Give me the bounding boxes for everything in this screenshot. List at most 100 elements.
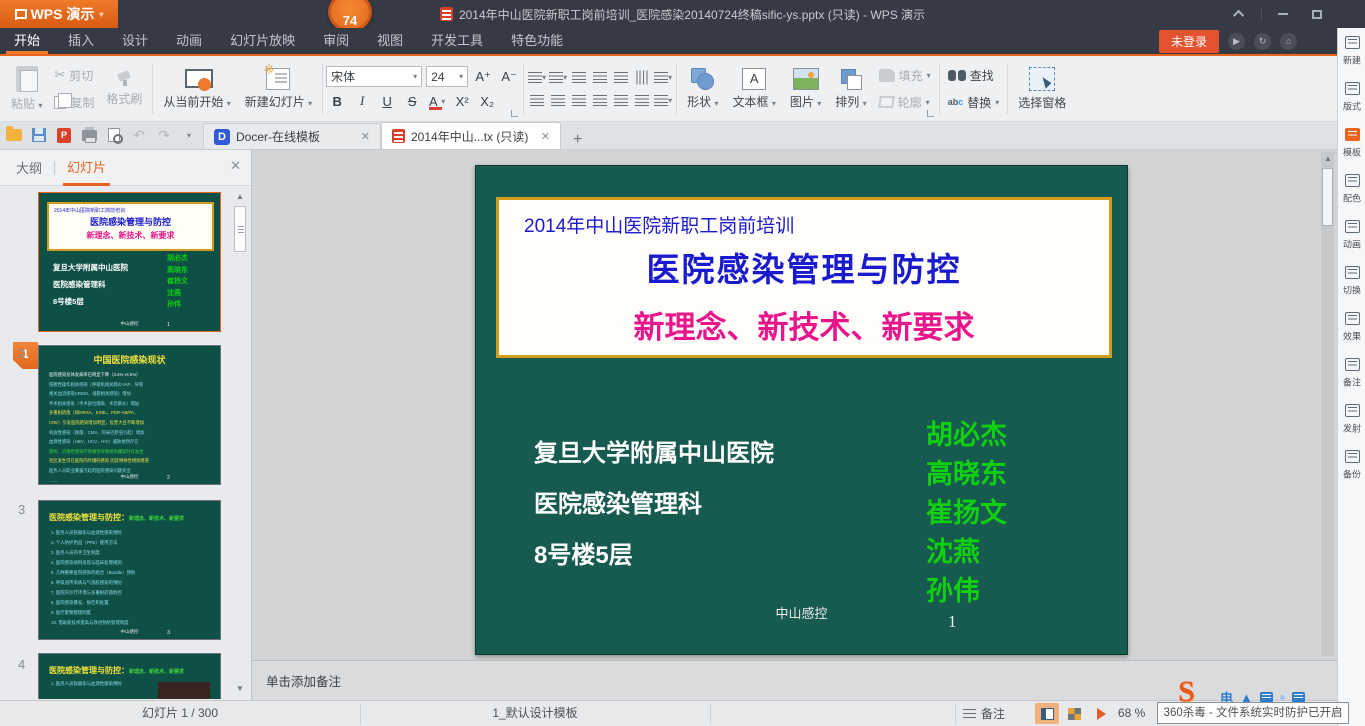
replace-button[interactable]: abc 替换 ▾ — [943, 92, 1005, 113]
sidebar-item-animation[interactable]: 动画 — [1338, 212, 1365, 258]
slide-department-text[interactable]: 复旦大学附属中山医院 医院感染管理科 8号楼5层 — [534, 428, 774, 581]
home-icon[interactable]: ⌂ — [1280, 33, 1297, 50]
font-name-combo[interactable]: 宋体▾ — [326, 66, 422, 87]
sidebar-item-template[interactable]: 模板 — [1338, 120, 1365, 166]
columns-button[interactable]: ▾ — [653, 68, 673, 86]
notes-area[interactable]: 单击添加备注 — [252, 660, 1337, 700]
minimize-button[interactable] — [1270, 3, 1296, 25]
tab-features[interactable]: 特色功能 — [497, 28, 577, 54]
tab-slides-view[interactable]: 幻灯片 — [63, 150, 110, 186]
increase-font-button[interactable]: A⁺ — [472, 67, 494, 87]
sidebar-item-backup[interactable]: 备份 — [1338, 442, 1365, 488]
cut-button[interactable]: ✂ 剪切 — [49, 65, 99, 86]
underline-button[interactable]: U — [376, 91, 398, 111]
text-direction-button[interactable] — [632, 68, 652, 86]
slide-thumbnail-3[interactable]: 医院感染管理与防控：新理念、新技术、新要求 1. 医务人员锐器伤与血源性感染预防… — [38, 500, 221, 640]
close-panel-button[interactable]: ✕ — [230, 158, 241, 174]
sidebar-item-notes[interactable]: 备注 — [1338, 350, 1365, 396]
format-painter-button[interactable]: 格式刷 — [99, 58, 149, 119]
arrange-button[interactable]: 排列 ▾ — [828, 58, 873, 119]
tab-home[interactable]: 开始 — [0, 28, 54, 54]
bullet-list-button[interactable]: ▾ — [527, 68, 547, 86]
notes-toggle-button[interactable]: 备注 — [963, 701, 1005, 726]
tab-view[interactable]: 视图 — [363, 28, 417, 54]
slide-thumbnail-4[interactable]: 医院感染管理与防控：新理念、新技术、新要求 1. 医务人员锐器伤与血源性感染预防 — [38, 653, 221, 699]
slide-sorter-button[interactable] — [1062, 703, 1086, 724]
fill-button[interactable]: 填充 ▾ — [874, 65, 936, 86]
sidebar-item-effects[interactable]: 效果 — [1338, 304, 1365, 350]
italic-button[interactable]: I — [351, 91, 373, 111]
sync-icon[interactable]: ↻ — [1254, 33, 1271, 50]
slide-names-text[interactable]: 胡必杰 高晓东 崔扬文 沈燕 孙伟 — [926, 416, 1007, 611]
shapes-button[interactable]: 形状 ▾ — [680, 58, 725, 119]
main-scroll-up-button[interactable]: ▲ — [1321, 152, 1335, 166]
slide-title-box[interactable]: 2014年中山医院新职工岗前培训 医院感染管理与防控 新理念、新技术、新要求 — [496, 197, 1112, 358]
scroll-down-button[interactable]: ▼ — [233, 682, 247, 696]
slide-editing-area[interactable]: 2014年中山医院新职工岗前培训 医院感染管理与防控 新理念、新技术、新要求 复… — [252, 150, 1337, 660]
close-docer-tab-button[interactable]: ✕ — [361, 130, 370, 143]
play-from-current-button[interactable]: 从当前开始 ▾ — [156, 58, 237, 119]
tab-animation[interactable]: 动画 — [162, 28, 216, 54]
tab-current-document[interactable]: 2014年中山...tx (只读) ✕ — [381, 122, 561, 149]
slideshow-play-button[interactable] — [1089, 703, 1113, 724]
panel-scrollbar[interactable]: ▲ — [233, 190, 247, 696]
sidebar-item-cast[interactable]: 发射 — [1338, 396, 1365, 442]
slide-canvas[interactable]: 2014年中山医院新职工岗前培训 医院感染管理与防控 新理念、新技术、新要求 复… — [475, 165, 1128, 655]
tab-slideshow[interactable]: 幻灯片放映 — [216, 28, 309, 54]
tab-design[interactable]: 设计 — [108, 28, 162, 54]
selection-pane-button[interactable]: 选择窗格 — [1011, 58, 1073, 119]
zoom-level[interactable]: 68 % — [1118, 701, 1145, 726]
align-center-button[interactable] — [548, 91, 568, 109]
font-size-combo[interactable]: 24▾ — [426, 66, 468, 87]
tab-outline-view[interactable]: 大纲 — [12, 158, 46, 177]
textbox-button[interactable]: A 文本框 ▾ — [726, 58, 783, 119]
distribute-button[interactable] — [611, 91, 631, 109]
tab-devtools[interactable]: 开发工具 — [417, 28, 497, 54]
normal-view-button[interactable] — [1035, 703, 1059, 724]
close-current-tab-button[interactable]: ✕ — [541, 130, 550, 143]
justify-button[interactable] — [590, 91, 610, 109]
new-slide-button[interactable]: 新建幻灯片 ▾ — [238, 58, 319, 119]
find-button[interactable]: 查找 — [943, 65, 1005, 86]
login-button[interactable]: 未登录 — [1159, 30, 1219, 53]
paste-button[interactable]: 粘贴 ▾ — [4, 58, 49, 119]
undo-button[interactable]: ↶ — [131, 127, 147, 143]
print-button[interactable] — [81, 127, 97, 143]
sidebar-item-transition[interactable]: 切换 — [1338, 258, 1365, 304]
main-scrollbar-thumb[interactable] — [1322, 168, 1333, 226]
slide-thumbnail-2[interactable]: 中国医院感染现状 医院感染总体发病率已明显下降（3.4% vs 5%） 侵袭性操… — [38, 345, 221, 485]
skin-center-icon[interactable]: ▶ — [1228, 33, 1245, 50]
tab-review[interactable]: 审阅 — [309, 28, 363, 54]
increase-indent-button[interactable] — [590, 68, 610, 86]
line-spacing-button[interactable] — [632, 91, 652, 109]
align-right-button[interactable] — [569, 91, 589, 109]
picture-button[interactable]: 图片 ▾ — [783, 58, 828, 119]
wps-menu-button[interactable]: WPS 演示 ▾ — [0, 0, 118, 28]
strikethrough-button[interactable]: S — [401, 91, 423, 111]
collapse-ribbon-button[interactable] — [1227, 3, 1253, 25]
export-pdf-button[interactable]: P — [56, 127, 72, 143]
redo-button[interactable]: ↷ — [156, 127, 172, 143]
decrease-font-button[interactable]: A⁻ — [498, 67, 520, 87]
save-button[interactable] — [31, 127, 47, 143]
print-preview-button[interactable] — [106, 127, 122, 143]
main-scrollbar[interactable]: ▲ — [1321, 152, 1334, 656]
align-left-button[interactable] — [527, 91, 547, 109]
maximize-button[interactable] — [1304, 3, 1330, 25]
decrease-indent-button[interactable] — [569, 68, 589, 86]
slide-thumbnail-1[interactable]: 2014年中山医院新职工岗前培训 医院感染管理与防控 新理念、新技术、新要求 复… — [38, 192, 221, 332]
font-color-button[interactable]: A ▾ — [426, 91, 448, 111]
font-dialog-launcher[interactable] — [511, 110, 518, 117]
copy-button[interactable]: 复制 — [49, 92, 99, 113]
paragraph-mark-button[interactable] — [611, 68, 631, 86]
insert-dialog-launcher[interactable] — [927, 110, 934, 117]
tab-docer-templates[interactable]: D Docer-在线模板 ✕ — [203, 123, 381, 149]
sidebar-item-new[interactable]: 新建 — [1338, 28, 1365, 74]
scroll-up-button[interactable]: ▲ — [233, 190, 247, 204]
superscript-button[interactable]: X² — [451, 91, 473, 111]
bold-button[interactable]: B — [326, 91, 348, 111]
tab-insert[interactable]: 插入 — [54, 28, 108, 54]
sidebar-item-colorscheme[interactable]: 配色 — [1338, 166, 1365, 212]
paragraph-spacing-button[interactable]: ▾ — [653, 91, 673, 109]
open-button[interactable] — [6, 127, 22, 143]
